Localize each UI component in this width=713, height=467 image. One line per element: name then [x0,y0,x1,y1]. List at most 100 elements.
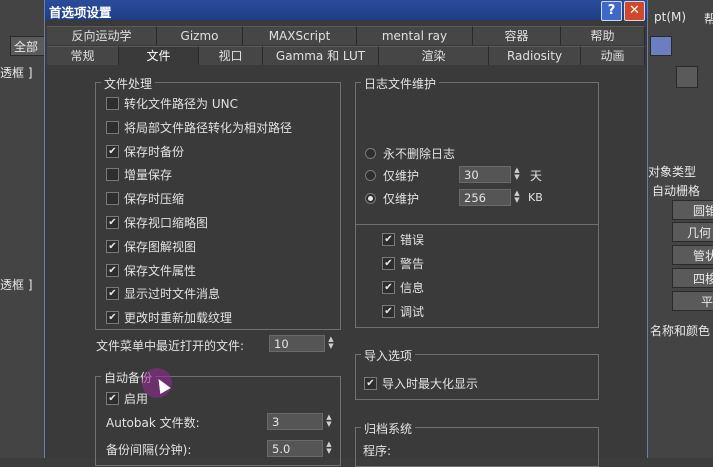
never-delete-radio[interactable] [365,148,376,159]
tab-maxscript[interactable]: MAXScript [243,26,357,45]
tab-mental-ray[interactable]: mental ray [357,26,473,45]
autobak-count-spinner[interactable]: 3 ▲ ▼ [267,413,332,430]
info-label: 信息 [400,281,425,295]
reload-label: 更改时重新加载纹理 [124,311,233,325]
keep-kb-value: 256 [464,191,486,205]
autobak-count-value: 3 [272,415,280,429]
bg-viewport-label-1: 透框 ] [0,66,33,80]
tab-viewports[interactable]: 视口 [199,46,263,65]
bg-geosphere-button[interactable]: 几何 [672,222,713,242]
backup-interval-spinner[interactable]: 5.0 ▲ ▼ [267,440,332,457]
spinner-arrows-icon[interactable]: ▲ ▼ [326,336,336,351]
import-options-label: 导入选项 [361,347,416,364]
keep-days-value: 30 [464,168,479,182]
program-label: 程序: [363,444,392,458]
tab-ik[interactable]: 反向运动学 [47,26,157,45]
keep-kb-label: 仅维护 [383,192,420,206]
relative-paths-checkbox[interactable] [106,121,119,134]
thumbnail-label: 保存视口缩略图 [124,216,209,230]
bg-pyramid-button[interactable]: 四梭 [672,268,713,288]
unc-label: 转化文件路径为 UNC [124,97,238,111]
recent-files-value: 10 [274,337,289,351]
tab-files[interactable]: 文件 [119,46,199,65]
keep-days-label: 仅维护 [383,169,420,183]
increment-checkbox[interactable] [106,168,119,181]
warnings-label: 警告 [400,257,425,271]
spinner-arrows-icon[interactable]: ▲ ▼ [512,190,522,205]
bg-geosphere-label: 几何 [687,226,712,240]
unc-checkbox[interactable] [106,97,119,110]
bg-help-menu[interactable]: 帮 [704,10,713,27]
kb-unit-label: KB [528,191,543,204]
schematic-checkbox[interactable]: ✔ [106,240,119,253]
title-bar[interactable]: 首选项设置 ? ✕ [45,0,647,21]
relative-paths-label: 将局部文件路径转化为相对路径 [124,121,293,135]
info-checkbox[interactable]: ✔ [382,281,395,294]
tab-radiosity[interactable]: Radiosity [489,46,581,65]
backup-checkbox[interactable]: ✔ [106,145,119,158]
enable-label: 启用 [124,392,149,406]
bg-script-menu[interactable]: pt(M) [654,10,686,24]
dialog-title: 首选项设置 [49,5,112,20]
backup-interval-label: 备份间隔(分钟): [106,443,192,457]
bg-plane-button[interactable]: 平 [672,291,713,311]
background-app-left: 全部 透框 ] 透框 ] [0,0,46,458]
help-button[interactable]: ? [601,1,622,21]
properties-checkbox[interactable]: ✔ [106,264,119,277]
warnings-checkbox[interactable]: ✔ [382,257,395,270]
keep-kb-spinner[interactable]: 256 ▲ ▼ [459,189,520,206]
tab-help[interactable]: 帮助 [561,26,645,45]
errors-checkbox[interactable]: ✔ [382,233,395,246]
bg-viewport-label-2: 透框 ] [0,278,33,292]
archive-system-label: 归档系统 [361,420,416,437]
bg-pyramid-label: 四梭 [693,272,713,286]
tab-gizmo[interactable]: Gizmo [157,26,243,45]
bg-autogrid-label: 自动栅格 [652,184,701,198]
old-file-label: 显示过时文件消息 [124,287,221,301]
keep-days-radio[interactable] [365,170,376,181]
enable-checkbox[interactable]: ✔ [106,392,119,405]
keep-days-spinner[interactable]: 30 ▲ ▼ [459,166,520,183]
spinner-arrows-icon[interactable]: ▲ ▼ [324,414,334,429]
bg-tube-label: 管状 [693,249,713,263]
properties-label: 保存文件属性 [124,264,197,278]
maximize-label: 导入时最大化显示 [382,377,479,391]
bg-name-color-label: 名称和颜色 [650,324,711,338]
old-file-checkbox[interactable]: ✔ [106,287,119,300]
spinner-arrows-icon[interactable]: ▲ ▼ [324,441,334,456]
bg-plane-label: 平 [701,295,713,309]
bg-toolbar-button[interactable] [650,36,672,56]
bg-all-label: 全部 [14,40,39,54]
spinner-arrows-icon[interactable]: ▲ ▼ [512,167,522,182]
tab-general[interactable]: 常规 [47,46,119,65]
bg-tube-button[interactable]: 管状 [672,245,713,265]
bg-cone-button[interactable]: 圆锥 [672,200,713,220]
thumbnail-checkbox[interactable]: ✔ [106,216,119,229]
backup-label: 保存时备份 [124,145,185,159]
tab-container[interactable]: 容器 [473,26,561,45]
close-button[interactable]: ✕ [624,1,645,21]
bg-render-icon[interactable] [676,66,698,88]
preferences-dialog: 首选项设置 ? ✕ 反向运动学 Gizmo MAXScript mental r… [44,0,648,467]
backup-interval-value: 5.0 [272,442,291,456]
reload-checkbox[interactable]: ✔ [106,311,119,324]
bg-cone-label: 圆锥 [693,204,713,218]
compress-label: 保存时压缩 [124,192,185,206]
debug-checkbox[interactable]: ✔ [382,305,395,318]
background-app-right: pt(M) 帮 对象类型 自动栅格 圆锥 几何 管状 四梭 平 名称和颜色 [646,0,713,458]
file-handling-label: 文件处理 [101,75,156,92]
compress-checkbox[interactable] [106,192,119,205]
autobak-count-label: Autobak 文件数: [106,416,200,430]
recent-files-spinner[interactable]: 10 ▲ ▼ [269,335,334,352]
maximize-checkbox[interactable]: ✔ [364,377,377,390]
tab-animation[interactable]: 动画 [581,46,645,65]
increment-label: 增量保存 [124,168,173,182]
bg-object-type-label: 对象类型 [648,165,697,179]
schematic-label: 保存图解视图 [124,240,197,254]
days-unit-label: 天 [530,169,543,183]
never-delete-label: 永不删除日志 [383,147,456,161]
bg-all-dropdown[interactable]: 全部 [10,36,46,56]
tab-gamma-lut[interactable]: Gamma 和 LUT [263,46,379,65]
tab-rendering[interactable]: 渲染 [379,46,489,65]
keep-kb-radio[interactable] [365,193,376,204]
